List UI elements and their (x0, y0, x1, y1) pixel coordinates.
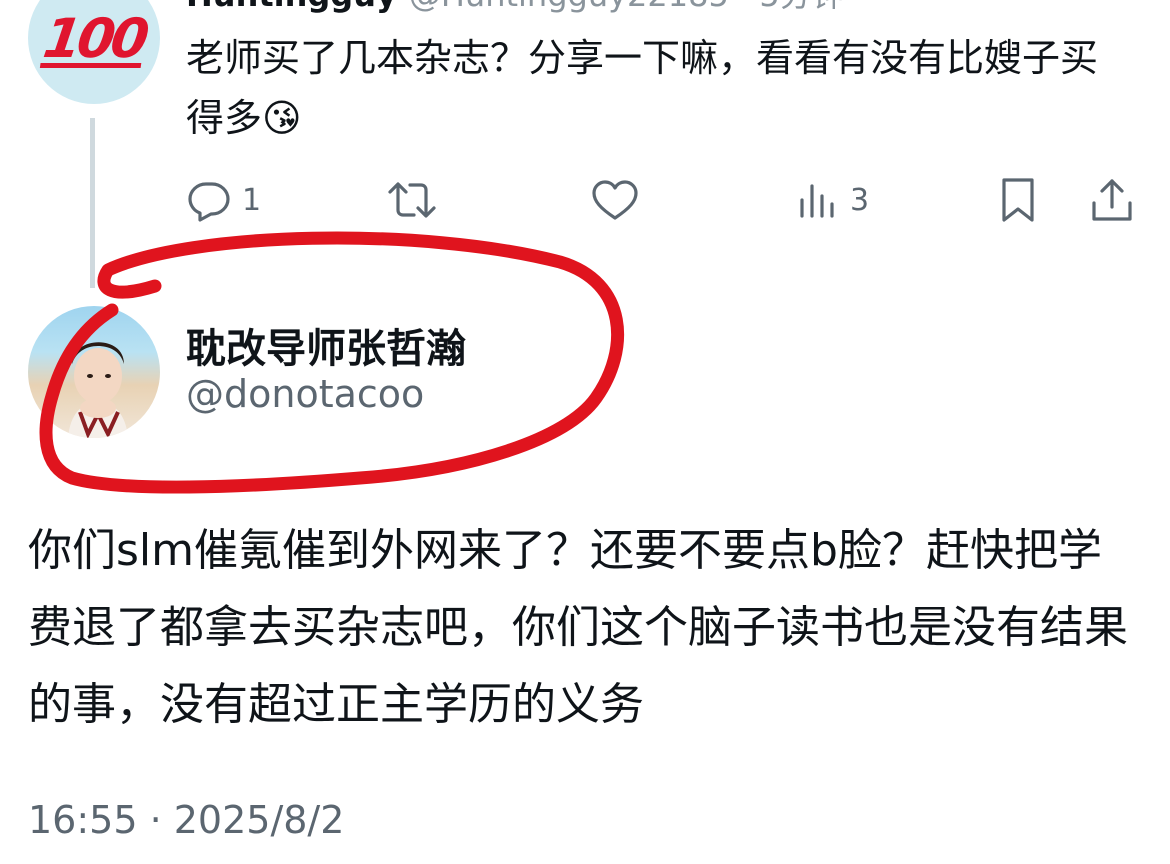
tweet-display-name[interactable]: 耽改导师张哲瀚 (186, 316, 466, 374)
retweet-button[interactable] (386, 178, 448, 222)
views-icon (800, 184, 834, 218)
like-button[interactable] (590, 178, 650, 222)
share-button[interactable] (1088, 178, 1136, 222)
reply-avatar[interactable]: 100 (28, 0, 160, 104)
bookmark-icon (1002, 178, 1034, 222)
reply-icon (188, 182, 230, 222)
main-avatar[interactable] (28, 306, 160, 438)
tweet-handle[interactable]: @donotacoo (186, 372, 424, 416)
bookmark-button[interactable] (996, 178, 1040, 222)
person-photo-icon (68, 342, 128, 438)
reply-time[interactable]: 5分钟 (759, 0, 843, 14)
views-count: 3 (850, 182, 870, 218)
tweet-text: 你们slm催氪催到外网来了？还要不要点b脸？赶快把学费退了都拿去买杂志吧，你们这… (28, 525, 1128, 730)
hundred-points-emoji-icon: 100 (39, 6, 149, 70)
views-button[interactable]: 3 (796, 178, 869, 222)
thread-connector-line (90, 118, 95, 288)
reply-display-name[interactable]: Huntingguy (186, 0, 397, 14)
reply-button[interactable]: 1 (186, 178, 261, 222)
like-icon (592, 180, 638, 220)
retweet-icon (388, 182, 436, 218)
reply-count: 1 (242, 182, 262, 218)
tweet-timestamp[interactable]: 16:55 · 2025/8/2 (28, 798, 344, 842)
share-icon (1092, 179, 1132, 221)
reply-handle[interactable]: @Huntingguy22185 (409, 0, 729, 14)
reply-header: Huntingguy@Huntingguy22185 · 5分钟 (186, 0, 844, 14)
reply-text: 老师买了几本杂志？分享一下嘛，看看有没有比嫂子买得多😘 (186, 36, 1099, 140)
